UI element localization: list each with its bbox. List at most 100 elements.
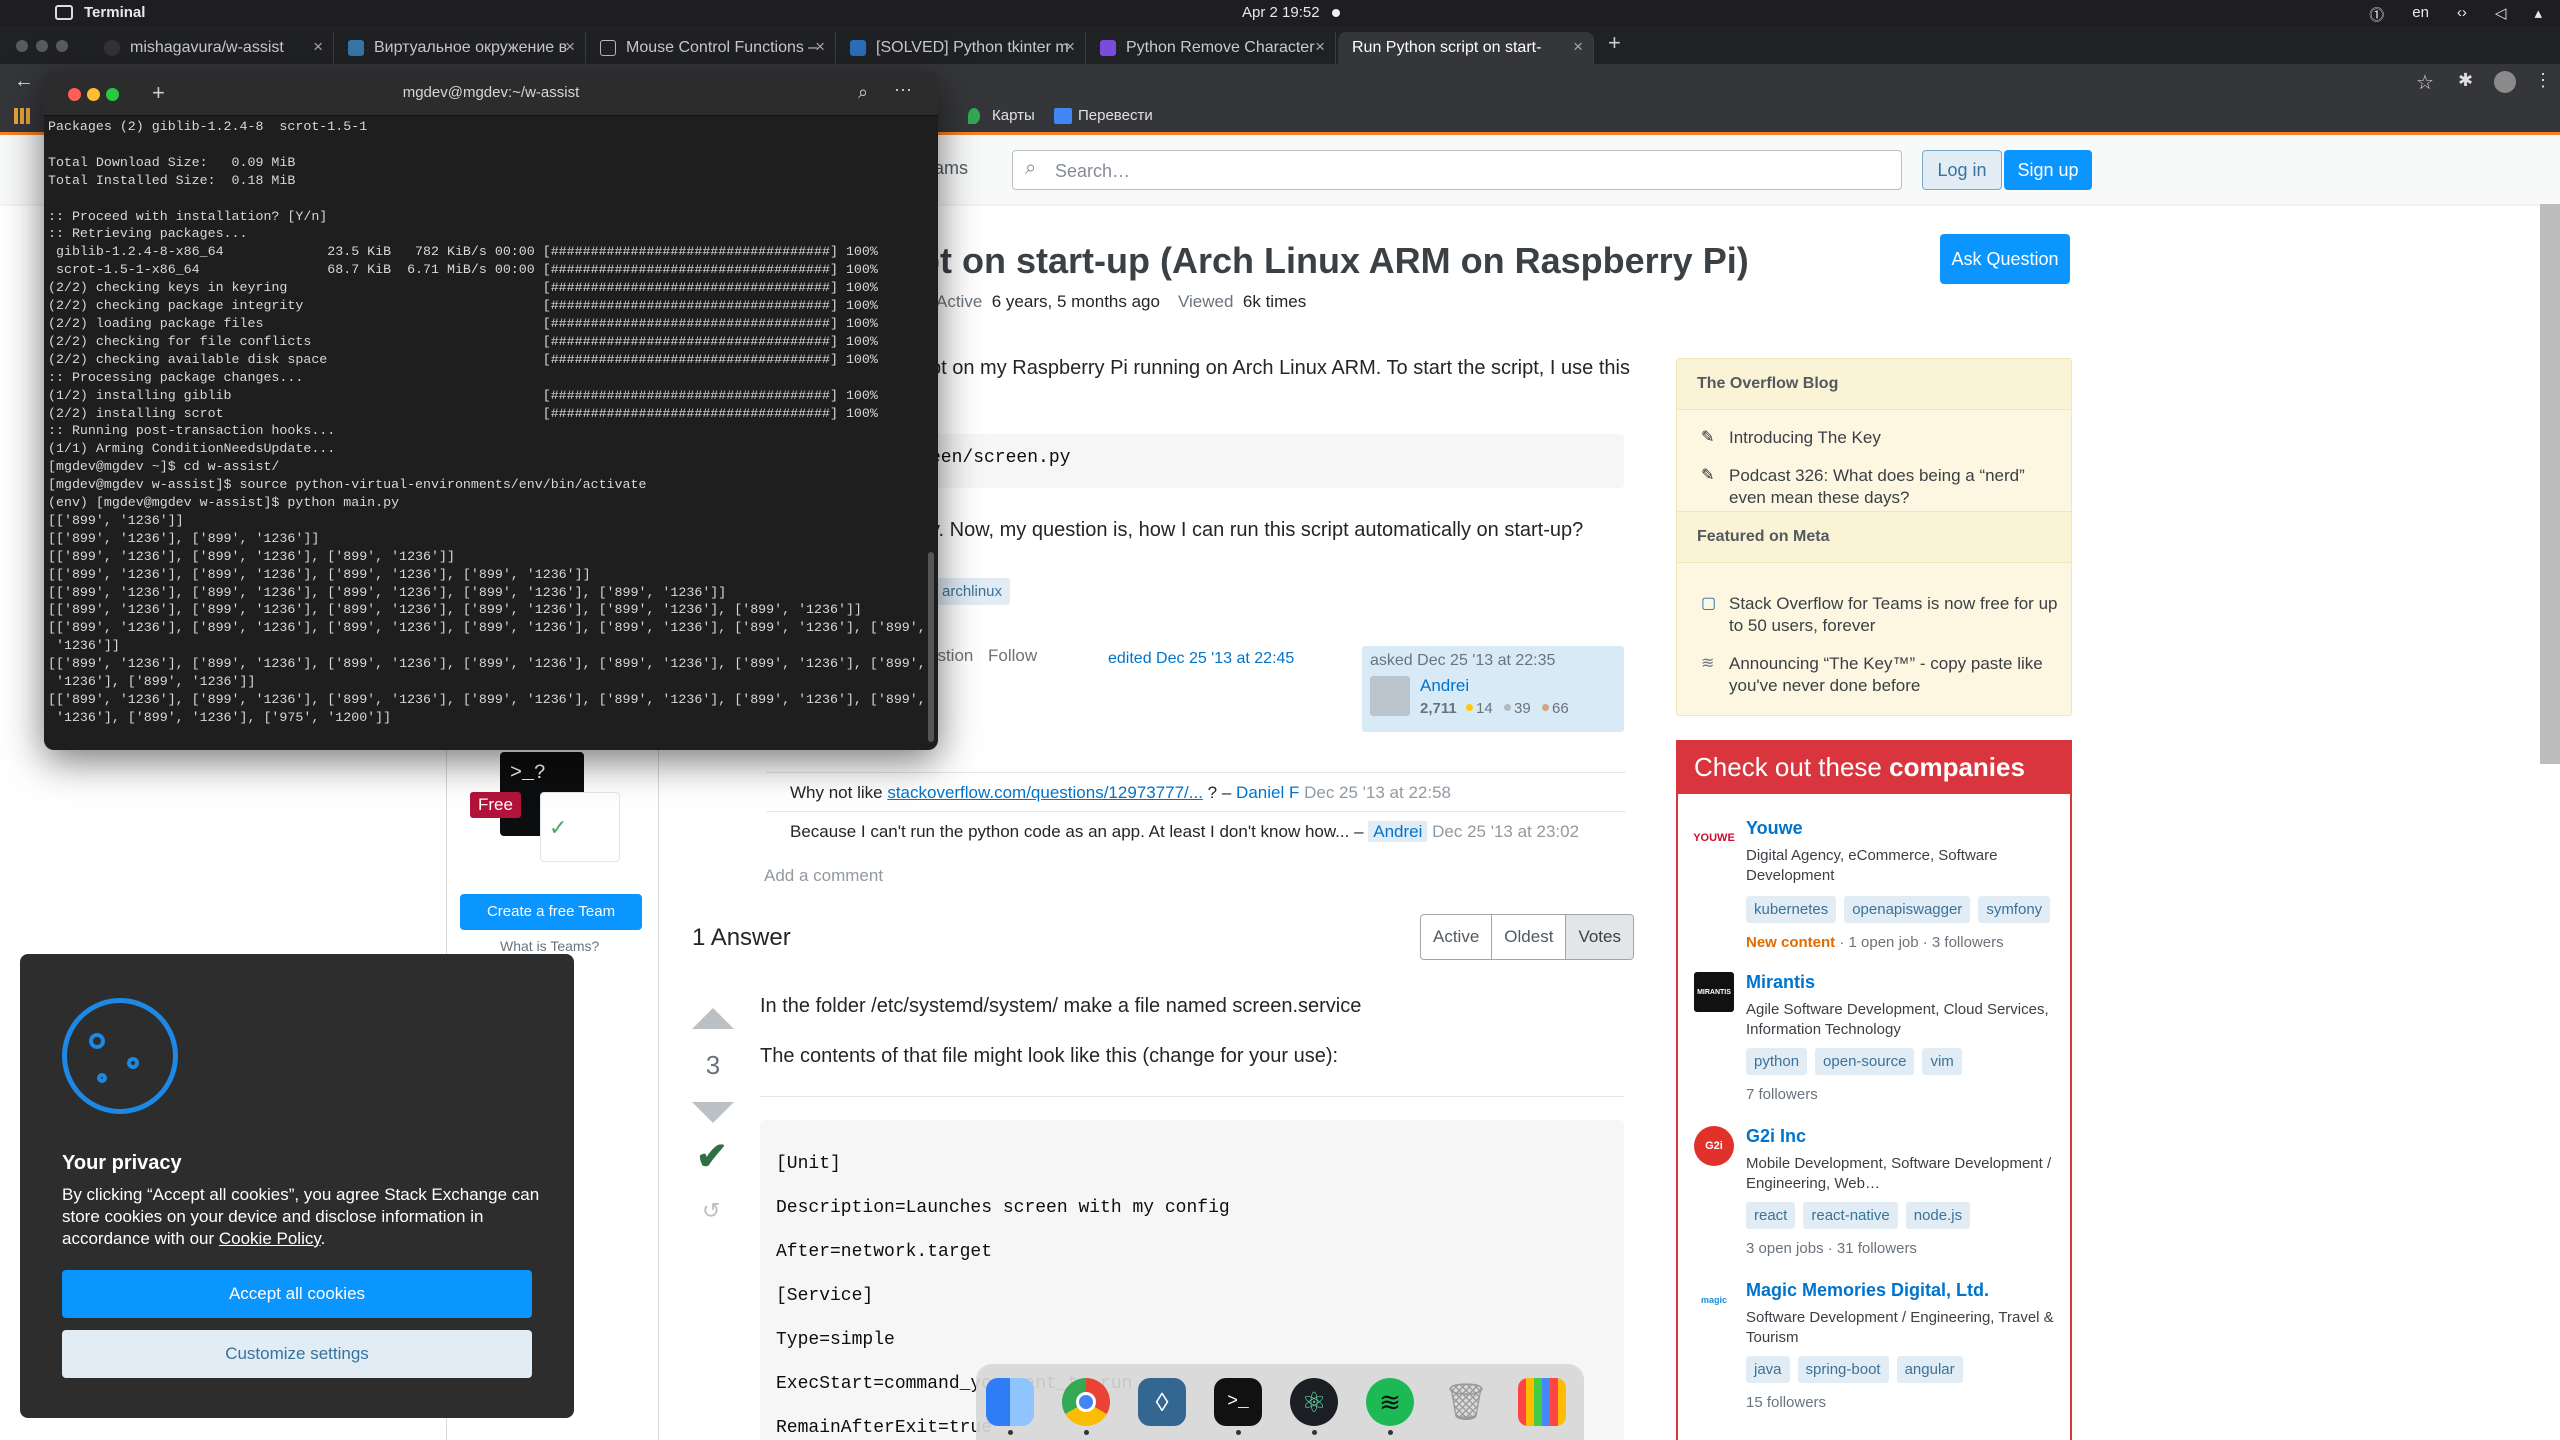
asker-avatar[interactable] bbox=[1370, 676, 1410, 716]
apps-grid-icon[interactable] bbox=[14, 108, 30, 124]
blog-item[interactable]: Podcast 326: What does being a “nerd” ev… bbox=[1729, 465, 2059, 509]
active-app-name[interactable]: Terminal bbox=[84, 4, 145, 21]
terminal-output[interactable]: Packages (2) giblib-1.2.4-8 scrot-1.5-1 … bbox=[48, 118, 928, 748]
history-icon[interactable]: ↺ bbox=[702, 1198, 720, 1224]
bookmark-star-icon[interactable]: ☆ bbox=[2416, 70, 2434, 95]
maps-pin-icon bbox=[968, 108, 980, 124]
launchpad-icon[interactable] bbox=[1518, 1378, 1566, 1426]
company-tag[interactable]: angular bbox=[1896, 1356, 1963, 1383]
sort-tab-active[interactable]: Active bbox=[1421, 915, 1493, 959]
what-is-teams-link[interactable]: What is Teams? bbox=[500, 938, 599, 954]
terminal-dock-icon[interactable]: >_ bbox=[1214, 1378, 1262, 1426]
add-comment-link[interactable]: Add a comment bbox=[764, 866, 883, 886]
terminal-window[interactable]: + mgdev@mgdev:~/w-assist ⌕ ⋯ Packages (2… bbox=[44, 72, 938, 750]
tab-close-icon[interactable]: × bbox=[313, 37, 323, 57]
extensions-icon[interactable]: ✱ bbox=[2458, 70, 2473, 91]
create-team-button[interactable]: Create a free Team bbox=[460, 894, 642, 930]
company-tag[interactable]: python bbox=[1746, 1048, 1808, 1075]
terminal-titlebar[interactable]: + mgdev@mgdev:~/w-assist ⌕ ⋯ bbox=[44, 72, 938, 116]
new-tab-icon[interactable]: + bbox=[1608, 30, 1621, 56]
company-tag[interactable]: react bbox=[1746, 1202, 1796, 1229]
terminal-menu-icon[interactable]: ⋯ bbox=[894, 80, 912, 101]
profile-avatar[interactable] bbox=[2494, 71, 2516, 93]
edited-link[interactable]: edited Dec 25 '13 at 22:45 bbox=[1108, 650, 1294, 668]
company-tags: kubernetes openapiswagger symfony bbox=[1746, 896, 2051, 923]
company-tag[interactable]: vim bbox=[1922, 1048, 1962, 1075]
follow-link[interactable]: Follow bbox=[988, 646, 1037, 666]
finder-icon[interactable] bbox=[986, 1378, 1034, 1426]
company-tag[interactable]: spring-boot bbox=[1797, 1356, 1889, 1383]
company-tag[interactable]: kubernetes bbox=[1746, 896, 1837, 923]
tab-venv[interactable]: Виртуальное окружение в × bbox=[334, 32, 586, 64]
comment-user[interactable]: Daniel F bbox=[1236, 783, 1299, 802]
accessibility-icon[interactable]: ⓵ bbox=[2369, 4, 2384, 25]
spotify-icon[interactable]: ≋ bbox=[1366, 1378, 1414, 1426]
company-card[interactable]: YOUWE Youwe Digital Agency, eCommerce, S… bbox=[1693, 818, 2064, 958]
trash-icon[interactable]: 🗑 bbox=[1442, 1378, 1490, 1426]
terminal-scrollbar[interactable] bbox=[928, 552, 934, 742]
back-arrow-icon[interactable]: ← bbox=[14, 70, 34, 93]
page-scrollbar[interactable] bbox=[2540, 204, 2560, 764]
meta-item[interactable]: Announcing “The Key™” - copy paste like … bbox=[1729, 653, 2059, 697]
terminal-search-icon[interactable]: ⌕ bbox=[858, 82, 868, 103]
company-tag[interactable]: open-source bbox=[1815, 1048, 1915, 1075]
comment-link[interactable]: stackoverflow.com/questions/12973777/... bbox=[887, 783, 1203, 802]
atom-icon[interactable]: ⚛ bbox=[1290, 1378, 1338, 1426]
input-language[interactable]: en bbox=[2412, 4, 2429, 25]
signup-button[interactable]: Sign up bbox=[2004, 150, 2092, 190]
minimize-window-icon[interactable] bbox=[36, 40, 48, 52]
tab-close-icon[interactable]: × bbox=[565, 37, 575, 57]
network-icon[interactable]: ▴ bbox=[2534, 4, 2542, 25]
volume-icon[interactable]: ◁ bbox=[2495, 4, 2507, 25]
postgres-elephant-icon[interactable]: ◊ bbox=[1138, 1378, 1186, 1426]
tab-close-icon[interactable]: × bbox=[1573, 37, 1583, 57]
cookie-policy-link[interactable]: Cookie Policy bbox=[219, 1229, 321, 1248]
company-tag[interactable]: java bbox=[1746, 1356, 1790, 1383]
close-window-icon[interactable] bbox=[16, 40, 28, 52]
menubar-clock[interactable]: Apr 2 19:52 bbox=[1242, 4, 1320, 21]
company-name[interactable]: Magic Memories Digital, Ltd. bbox=[1746, 1280, 1989, 1301]
tag-archlinux[interactable]: archlinux bbox=[934, 578, 1011, 605]
company-tag[interactable]: react-native bbox=[1803, 1202, 1898, 1229]
nav-teams[interactable]: ams bbox=[934, 158, 968, 179]
meta-item[interactable]: Stack Overflow for Teams is now free for… bbox=[1729, 593, 2059, 637]
tab-close-icon[interactable]: × bbox=[1065, 37, 1075, 57]
tab-github[interactable]: mishagavura/w-assist × bbox=[90, 32, 334, 64]
code-icon[interactable]: ‹› bbox=[2457, 4, 2467, 25]
tab-remove-character[interactable]: Python Remove Character × bbox=[1086, 32, 1336, 64]
sort-tab-votes[interactable]: Votes bbox=[1566, 915, 1633, 959]
bookmark-translate[interactable]: Перевести bbox=[1078, 107, 1153, 124]
upvote-icon[interactable] bbox=[692, 1008, 734, 1029]
bookmark-maps[interactable]: Карты bbox=[992, 107, 1035, 124]
ask-question-button[interactable]: Ask Question bbox=[1940, 234, 2070, 284]
cookie-icon bbox=[62, 998, 178, 1114]
company-card[interactable]: MIRANTIS Mirantis Agile Software Develop… bbox=[1694, 972, 2064, 1112]
comment-user[interactable]: Andrei bbox=[1368, 821, 1428, 842]
sort-tab-oldest[interactable]: Oldest bbox=[1492, 915, 1567, 959]
downvote-icon[interactable] bbox=[692, 1102, 734, 1123]
maximize-window-icon[interactable] bbox=[56, 40, 68, 52]
company-tag[interactable]: openapiswagger bbox=[1844, 896, 1971, 923]
terminal-line: (1/2) installing giblib [###############… bbox=[48, 387, 878, 403]
tab-close-icon[interactable]: × bbox=[1315, 37, 1325, 57]
customize-cookies-button[interactable]: Customize settings bbox=[62, 1330, 532, 1378]
accept-cookies-button[interactable]: Accept all cookies bbox=[62, 1270, 532, 1318]
company-tag[interactable]: symfony bbox=[1978, 896, 2051, 923]
tab-stackoverflow[interactable]: Run Python script on start- × bbox=[1338, 32, 1594, 64]
chrome-icon[interactable] bbox=[1062, 1378, 1110, 1426]
tab-tkinter[interactable]: [SOLVED] Python tkinter m × bbox=[836, 32, 1086, 64]
company-card[interactable]: G2i G2i Inc Mobile Development, Software… bbox=[1694, 1126, 2064, 1266]
tab-mouse-control[interactable]: Mouse Control Functions – × bbox=[586, 32, 836, 64]
login-button[interactable]: Log in bbox=[1922, 150, 2002, 190]
chrome-menu-icon[interactable]: ⋮ bbox=[2534, 70, 2552, 91]
company-tag[interactable]: node.js bbox=[1905, 1202, 1971, 1229]
tab-close-icon[interactable]: × bbox=[815, 37, 825, 57]
blog-item[interactable]: Introducing The Key bbox=[1729, 427, 2059, 449]
search-input[interactable]: ⌕ Search… bbox=[1012, 150, 1902, 190]
asker-name[interactable]: Andrei bbox=[1420, 676, 1469, 696]
company-name[interactable]: G2i Inc bbox=[1746, 1126, 1806, 1147]
silver-badges: 39 bbox=[1514, 700, 1531, 717]
company-card[interactable]: magic Magic Memories Digital, Ltd. Softw… bbox=[1694, 1280, 2064, 1420]
company-name[interactable]: Mirantis bbox=[1746, 972, 1815, 993]
company-name[interactable]: Youwe bbox=[1746, 818, 1803, 839]
